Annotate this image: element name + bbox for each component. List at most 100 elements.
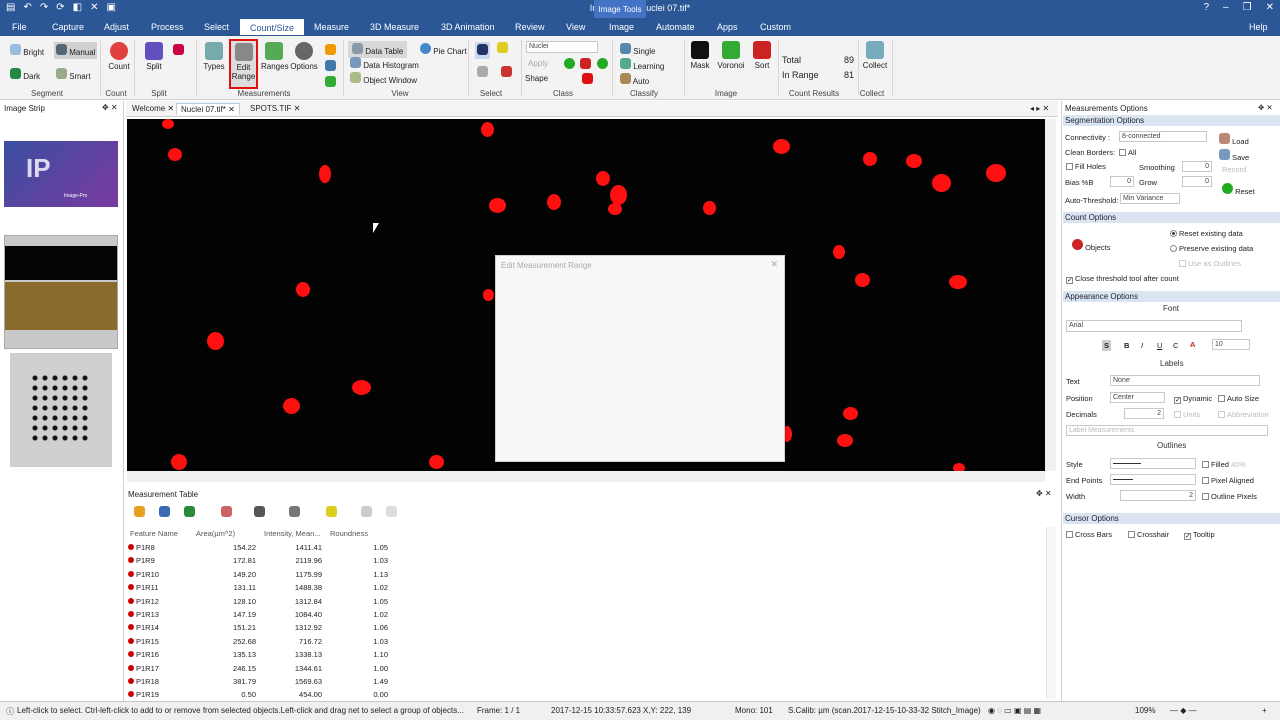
font-color-button[interactable]: A	[1190, 340, 1195, 349]
pixel-aligned-checkbox[interactable]: Pixel Aligned	[1202, 476, 1254, 485]
menu-help[interactable]: Help	[1249, 22, 1268, 32]
load-button[interactable]: Load	[1219, 133, 1249, 146]
excel-export-icon[interactable]	[184, 506, 195, 517]
columns-icon[interactable]	[289, 506, 300, 517]
position-dropdown[interactable]: Center	[1110, 392, 1165, 403]
table-row[interactable]: P1R8 154.22 1411.41 1.05	[126, 541, 396, 554]
reset-existing-radio[interactable]: Reset existing data	[1170, 229, 1243, 238]
table-row[interactable]: P1R13 147.19 1084.40 1.02	[126, 608, 396, 621]
thumbnail-image-pro[interactable]: IP Image-Pro	[4, 141, 118, 207]
menu-3d-measure[interactable]: 3D Measure	[370, 22, 419, 32]
bright-button[interactable]: Bright	[10, 44, 44, 57]
edit-measurement-range-dialog[interactable]: Edit Measurement Range ✕	[495, 255, 785, 462]
learning-button[interactable]: Learning	[620, 58, 664, 71]
tooltip-checkbox[interactable]: ✓ Tooltip	[1184, 530, 1215, 540]
column-area[interactable]: Area(µm^2)	[196, 529, 235, 538]
data-histogram-button[interactable]: Data Histogram	[350, 57, 419, 70]
save-icon[interactable]	[159, 506, 170, 517]
menu-custom[interactable]: Custom	[760, 22, 791, 32]
appearance-options-header[interactable]: Appearance Options	[1063, 291, 1280, 302]
end-points-dropdown[interactable]	[1110, 474, 1196, 485]
menu-process[interactable]: Process	[151, 22, 184, 32]
menu-file[interactable]: File	[12, 22, 27, 32]
single-button[interactable]: Single	[620, 43, 655, 56]
menu-count-size[interactable]: Count/Size	[239, 18, 306, 36]
menu-view[interactable]: View	[566, 22, 585, 32]
strike-button[interactable]: Ͼ	[1173, 341, 1178, 350]
font-size-input[interactable]: 10	[1212, 339, 1250, 350]
table-row[interactable]: P1R9 172.81 2119.96 1.03	[126, 554, 396, 567]
table-row[interactable]: P1R12 128.10 1312.84 1.05	[126, 595, 396, 608]
pin-icon[interactable]: ✥ ✕	[102, 103, 118, 112]
table-row[interactable]: P1R17 246.15 1344.61 1.00	[126, 662, 396, 675]
menu-review[interactable]: Review	[515, 22, 545, 32]
pin-icon[interactable]: ✥ ✕	[1036, 489, 1052, 498]
merge-tool[interactable]	[501, 66, 512, 79]
filter-icon[interactable]	[326, 506, 337, 517]
menu-capture[interactable]: Capture	[52, 22, 84, 32]
table-row[interactable]: P1R10 149.20 1175.99 1.13	[126, 568, 396, 581]
preserve-existing-radio[interactable]: Preserve existing data	[1170, 244, 1253, 253]
dark-button[interactable]: Dark	[10, 68, 40, 81]
style-dropdown[interactable]	[1110, 458, 1196, 469]
cross-bars-checkbox[interactable]: Cross Bars	[1066, 530, 1112, 539]
types-button[interactable]: Types	[202, 42, 226, 71]
sort-button[interactable]: Sort	[750, 41, 774, 70]
menu-select[interactable]: Select	[204, 22, 229, 32]
fill-holes-checkbox[interactable]: Fill Holes	[1066, 162, 1106, 171]
menu-automate[interactable]: Automate	[656, 22, 695, 32]
measure-tool-1[interactable]	[325, 44, 336, 57]
table-vertical-scrollbar[interactable]	[1046, 527, 1056, 699]
clean-borders-dropdown[interactable]: All	[1119, 148, 1136, 157]
class-remove-icon[interactable]	[580, 58, 591, 71]
table-row[interactable]: P1R15 252.68 716.72 1.03	[126, 635, 396, 648]
tab-spots[interactable]: SPOTS.TIF ✕	[246, 103, 304, 114]
dynamic-checkbox[interactable]: ✓ Dynamic	[1174, 394, 1212, 404]
class-color-swatch[interactable]	[582, 73, 593, 86]
cursor-options-header[interactable]: Cursor Options	[1063, 513, 1280, 524]
apply-button[interactable]: Apply	[528, 59, 548, 68]
underline-button[interactable]: U	[1157, 341, 1162, 350]
class-dropdown[interactable]: Nuclei	[526, 41, 598, 53]
text-dropdown[interactable]: None	[1110, 375, 1260, 386]
delete-tool[interactable]	[477, 66, 488, 79]
menu-adjust[interactable]: Adjust	[104, 22, 129, 32]
pin-icon[interactable]: ✥ ✕	[1258, 103, 1273, 112]
status-zoom[interactable]: 109%	[1135, 706, 1155, 715]
decimals-input[interactable]: 2	[1124, 408, 1164, 419]
clean-borders-checkbox[interactable]	[1119, 149, 1126, 156]
auto-size-checkbox[interactable]: Auto Size	[1218, 394, 1259, 403]
statistics-icon[interactable]	[254, 506, 265, 517]
bold-button[interactable]: B	[1124, 341, 1129, 350]
reset-button[interactable]: Reset	[1222, 183, 1255, 196]
font-dropdown[interactable]: Arial	[1066, 320, 1242, 332]
menu-apps[interactable]: Apps	[717, 22, 738, 32]
edit-range-button[interactable]: Edit Range	[229, 39, 258, 89]
pie-chart-button[interactable]: Pie Chart	[420, 43, 467, 56]
menu-image[interactable]: Image	[609, 22, 634, 32]
segmentation-options-header[interactable]: Segmentation Options	[1063, 115, 1280, 126]
ranges-button[interactable]: Ranges	[261, 42, 289, 71]
connectivity-dropdown[interactable]: 8-connected	[1119, 131, 1207, 142]
width-input[interactable]: 2	[1120, 490, 1196, 501]
count-options-header[interactable]: Count Options	[1063, 212, 1280, 223]
filter-clear-icon[interactable]	[361, 506, 372, 517]
table-row[interactable]: P1R18 381.79 1569.63 1.49	[126, 675, 396, 688]
abbreviation-checkbox[interactable]: Abbreviation	[1218, 410, 1269, 419]
data-table-button[interactable]: Data Table	[348, 41, 408, 58]
tab-scroll-icon[interactable]: ◂ ▸ ✕	[1026, 103, 1053, 114]
bold-button-s[interactable]: S	[1102, 340, 1112, 351]
outline-pixels-checkbox[interactable]: Outline Pixels	[1202, 492, 1257, 501]
split-tool-icon[interactable]	[173, 44, 184, 57]
shape-button[interactable]: Shape	[525, 74, 548, 83]
use-as-outlines-checkbox[interactable]: Use as Outlines	[1179, 259, 1241, 268]
collect-button[interactable]: Collect	[862, 41, 888, 70]
object-window-button[interactable]: Object Window	[350, 72, 417, 85]
measure-tool-3[interactable]	[325, 76, 336, 89]
class-add-icon[interactable]	[564, 58, 575, 71]
minimize-icon[interactable]: –	[1223, 2, 1229, 13]
options-button[interactable]: Options	[290, 42, 318, 71]
count-button[interactable]: Count	[107, 42, 131, 71]
objects-button[interactable]: Objects	[1072, 239, 1111, 252]
italic-button[interactable]: I	[1141, 341, 1143, 350]
